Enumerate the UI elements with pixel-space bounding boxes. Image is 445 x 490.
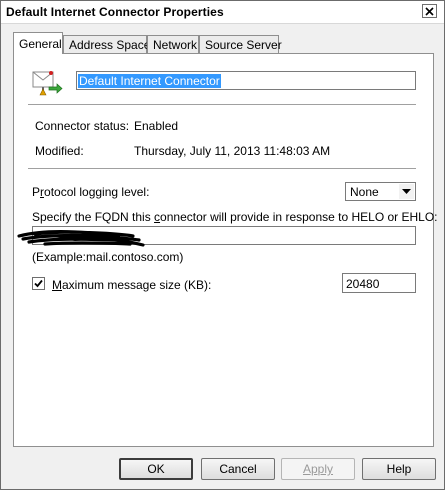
label-part: aximum message size (KB): bbox=[62, 278, 212, 292]
tab-network[interactable]: Network bbox=[147, 35, 199, 53]
status-value: Enabled bbox=[134, 119, 179, 133]
help-button[interactable]: Help bbox=[362, 458, 436, 480]
modified-value: Thursday, July 11, 2013 11:48:03 AM bbox=[134, 144, 331, 158]
cancel-label: Cancel bbox=[219, 462, 257, 476]
apply-text: Apply bbox=[302, 462, 334, 476]
apply-label: Apply bbox=[303, 462, 333, 476]
apply-button[interactable]: Apply bbox=[281, 458, 355, 480]
title-bar[interactable]: Default Internet Connector Properties bbox=[1, 1, 444, 24]
label-part: Specify the FQDN this bbox=[32, 210, 155, 224]
label-accesskey: M bbox=[52, 278, 62, 292]
protocol-logging-value: None bbox=[350, 185, 379, 199]
properties-dialog: Default Internet Connector Properties Ge… bbox=[0, 0, 445, 490]
window-title: Default Internet Connector Properties bbox=[6, 5, 224, 19]
divider bbox=[28, 168, 416, 169]
max-size-checkbox[interactable] bbox=[32, 277, 45, 290]
tab-source-server[interactable]: Source Server bbox=[199, 35, 282, 53]
max-size-value: 20480 bbox=[346, 277, 380, 291]
tab-label: Network bbox=[153, 38, 198, 52]
tab-address-space[interactable]: Address Space bbox=[63, 35, 151, 53]
label-part: P bbox=[32, 185, 41, 199]
protocol-logging-select[interactable]: None bbox=[345, 182, 416, 201]
modified-label: Modified: bbox=[35, 144, 84, 158]
send-connector-icon bbox=[32, 71, 63, 96]
close-button[interactable] bbox=[422, 4, 437, 18]
ok-button[interactable]: OK bbox=[119, 458, 193, 480]
divider bbox=[28, 104, 416, 105]
dropdown-button[interactable] bbox=[399, 184, 414, 199]
max-size-input[interactable]: 20480 bbox=[342, 273, 416, 293]
help-label: Help bbox=[386, 462, 412, 476]
check-icon bbox=[34, 279, 43, 288]
ok-label: OK bbox=[147, 462, 165, 476]
redaction-scribble bbox=[17, 230, 145, 247]
close-icon bbox=[425, 6, 434, 16]
label-part: onnector will provide in response to HEL… bbox=[160, 210, 438, 224]
fqdn-label: Specify the FQDN this connector will pro… bbox=[32, 210, 438, 224]
max-size-label[interactable]: Maximum message size (KB): bbox=[52, 278, 211, 292]
cancel-button[interactable]: Cancel bbox=[201, 458, 275, 480]
chevron-down-icon bbox=[402, 188, 411, 194]
protocol-logging-label: Protocol logging level: bbox=[32, 185, 149, 199]
connector-name-value: Default Internet Connector bbox=[78, 74, 221, 88]
status-label: Connector status: bbox=[35, 119, 130, 133]
tab-general[interactable]: General bbox=[13, 32, 63, 54]
tab-label: Source Server bbox=[205, 38, 282, 52]
fqdn-example: (Example:mail.contoso.com) bbox=[32, 250, 184, 264]
label-part: otocol logging level: bbox=[44, 185, 150, 199]
tab-label: General bbox=[19, 37, 62, 51]
connector-name-input[interactable]: Default Internet Connector bbox=[76, 71, 416, 90]
tab-label: Address Space bbox=[69, 38, 151, 52]
